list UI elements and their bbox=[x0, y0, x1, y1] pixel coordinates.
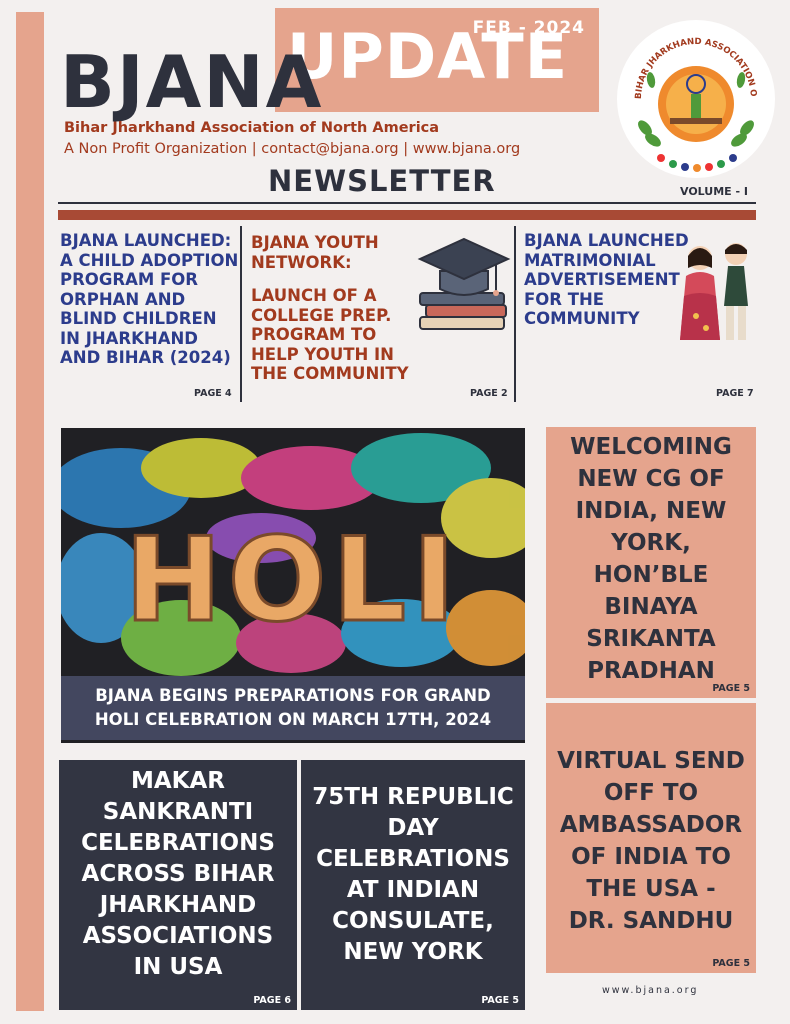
story-title: BJANA LAUNCHED MATRIMONIAL ADVERTISEMENT… bbox=[524, 231, 689, 328]
article-page-ref: PAGE 6 bbox=[253, 995, 291, 1006]
article-title: 75TH REPUBLIC DAY CELEBRATIONS AT INDIAN… bbox=[312, 784, 514, 965]
article-send-off-ambassador[interactable]: VIRTUAL SEND OFF TO AMBASSADOR OF INDIA … bbox=[546, 703, 756, 973]
left-accent-strip bbox=[16, 12, 44, 1011]
header-divider-thin bbox=[58, 202, 756, 204]
story-page-ref: PAGE 2 bbox=[470, 388, 508, 399]
column-separator bbox=[514, 226, 516, 402]
wedding-couple-icon bbox=[676, 236, 758, 348]
article-title: VIRTUAL SEND OFF TO AMBASSADOR OF INDIA … bbox=[557, 748, 745, 934]
association-logo: BIHAR JHARKHAND ASSOCIATION OF NORTH AME… bbox=[611, 11, 777, 180]
update-title: UPDATE bbox=[287, 20, 569, 93]
story-title: BJANA LAUNCHED: A CHILD ADOPTION PROGRAM… bbox=[60, 231, 239, 367]
holi-feature-image[interactable]: HOLI BJANA BEGINS PREPARATIONS FOR GRAND… bbox=[61, 428, 525, 743]
header-divider-thick bbox=[58, 210, 756, 220]
article-page-ref: PAGE 5 bbox=[712, 958, 750, 969]
update-banner: FEB - 2024 UPDATE bbox=[275, 8, 599, 112]
graduation-cap-icon bbox=[416, 231, 512, 335]
story-youth-network[interactable]: BJANA YOUTH NETWORK: LAUNCH OF A COLLEGE… bbox=[251, 233, 421, 384]
holi-caption: BJANA BEGINS PREPARATIONS FOR GRAND HOLI… bbox=[61, 676, 525, 740]
story-page-ref: PAGE 4 bbox=[194, 388, 232, 399]
organization-name: Bihar Jharkhand Association of North Ame… bbox=[64, 120, 440, 136]
article-page-ref: PAGE 5 bbox=[481, 995, 519, 1006]
article-makar-sankranti[interactable]: MAKAR SANKRANTI CELEBRATIONS ACROSS BIHA… bbox=[59, 760, 297, 1010]
volume-label: VOLUME - I bbox=[680, 185, 748, 198]
story-page-ref: PAGE 7 bbox=[716, 388, 754, 399]
story-child-adoption[interactable]: BJANA LAUNCHED: A CHILD ADOPTION PROGRAM… bbox=[60, 231, 240, 368]
holi-caption-line1: BJANA BEGINS PREPARATIONS FOR GRAND bbox=[95, 686, 491, 705]
story-heading: BJANA YOUTH NETWORK: bbox=[251, 233, 379, 272]
story-title: LAUNCH OF A COLLEGE PREP. PROGRAM TO HEL… bbox=[251, 286, 409, 383]
article-welcoming-cg[interactable]: WELCOMING NEW CG OF INDIA, NEW YORK, HON… bbox=[546, 427, 756, 698]
story-matrimonial[interactable]: BJANA LAUNCHED MATRIMONIAL ADVERTISEMENT… bbox=[524, 231, 694, 329]
article-page-ref: PAGE 5 bbox=[712, 683, 750, 694]
brand-title: BJANA bbox=[60, 40, 324, 124]
article-republic-day[interactable]: 75TH REPUBLIC DAY CELEBRATIONS AT INDIAN… bbox=[301, 760, 525, 1010]
holi-caption-line2: HOLI CELEBRATION ON MARCH 17TH, 2024 bbox=[94, 710, 492, 729]
organization-tagline: A Non Profit Organization | contact@bjan… bbox=[64, 141, 521, 157]
article-title: WELCOMING NEW CG OF INDIA, NEW YORK, HON… bbox=[570, 434, 732, 684]
article-title: MAKAR SANKRANTI CELEBRATIONS ACROSS BIHA… bbox=[81, 768, 275, 980]
column-separator bbox=[240, 226, 242, 402]
holi-image-word: HOLI bbox=[125, 513, 462, 648]
newsletter-heading: NEWSLETTER bbox=[268, 164, 496, 198]
footer-website-link[interactable]: www.bjana.org bbox=[602, 985, 698, 996]
